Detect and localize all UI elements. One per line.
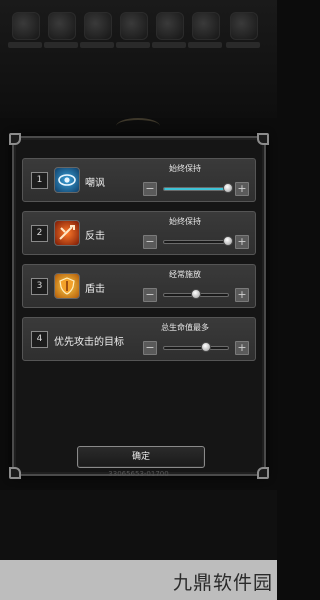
background-menu-icon [12,12,40,40]
watermark-text: 九鼎软件园 [172,572,273,594]
increase-button[interactable]: + [235,288,249,302]
row-index: 2 [31,225,48,242]
background-menu-label [8,42,42,48]
background-menu-label [152,42,186,48]
background-menu-icon [156,12,184,40]
decrease-button[interactable]: − [143,288,157,302]
skill-list: 1 嘲讽 始终保持 − + 2 反击 始终保持 − + 3 盾击 经常施放 − … [22,158,256,370]
cast-frequency-slider[interactable] [163,289,229,299]
cast-frequency-slider[interactable] [163,236,233,246]
decrease-button[interactable]: − [143,235,157,249]
cast-frequency-slider[interactable] [163,183,233,193]
slider-knob[interactable] [191,289,201,299]
ornament-emblem [116,118,160,134]
target-priority-row: 4 优先攻击的目标 总生命值最多 − + [22,317,256,361]
decrease-button[interactable]: − [143,182,157,196]
frame-corner [257,133,269,145]
eye-icon [54,167,80,193]
target-priority-label: 优先攻击的目标 [54,337,124,348]
background-menu-icon [48,12,76,40]
cast-option-label: 始终保持 [169,217,201,226]
watermark-strip: 九鼎软件园 [0,560,277,600]
cast-option-label: 经常施放 [169,270,201,279]
skill-name: 盾击 [85,284,105,295]
frame-corner [9,133,21,145]
background-menu-label [80,42,114,48]
confirm-button[interactable]: 确定 [77,446,205,468]
slider-fill [164,188,228,190]
skill-row: 1 嘲讽 始终保持 − + [22,158,256,202]
skill-row: 2 反击 始终保持 − + [22,211,256,255]
background-bottom-bar [0,490,277,560]
skill-name: 反击 [85,231,105,242]
shield-icon [54,273,80,299]
row-index: 4 [31,331,48,348]
skill-strategy-dialog: 1 嘲讽 始终保持 − + 2 反击 始终保持 − + 3 盾击 经常施放 − … [9,133,269,479]
background-menu-icon [192,12,220,40]
increase-button[interactable]: + [235,341,249,355]
background-menu-label [226,42,260,48]
row-index: 1 [31,172,48,189]
player-id: 33065653-01700 [108,470,169,478]
slider-knob[interactable] [201,342,212,352]
background-menu-label [188,42,222,48]
row-index: 3 [31,278,48,295]
background-menu-icon [230,12,258,40]
background-menu-label [44,42,78,48]
skill-row: 3 盾击 经常施放 − + [22,264,256,308]
target-priority-slider[interactable] [163,342,229,352]
background-menu-label [116,42,150,48]
background-menu-icon [120,12,148,40]
background-top-menu [0,0,277,118]
skill-name: 嘲讽 [85,178,105,189]
counter-attack-icon [54,220,80,246]
cast-option-label: 始终保持 [169,164,201,173]
increase-button[interactable]: + [235,235,249,249]
target-option-label: 总生命值最多 [161,323,209,332]
slider-knob[interactable] [223,183,233,193]
decrease-button[interactable]: − [143,341,157,355]
slider-knob[interactable] [223,236,233,246]
increase-button[interactable]: + [235,182,249,196]
background-menu-icon [84,12,112,40]
